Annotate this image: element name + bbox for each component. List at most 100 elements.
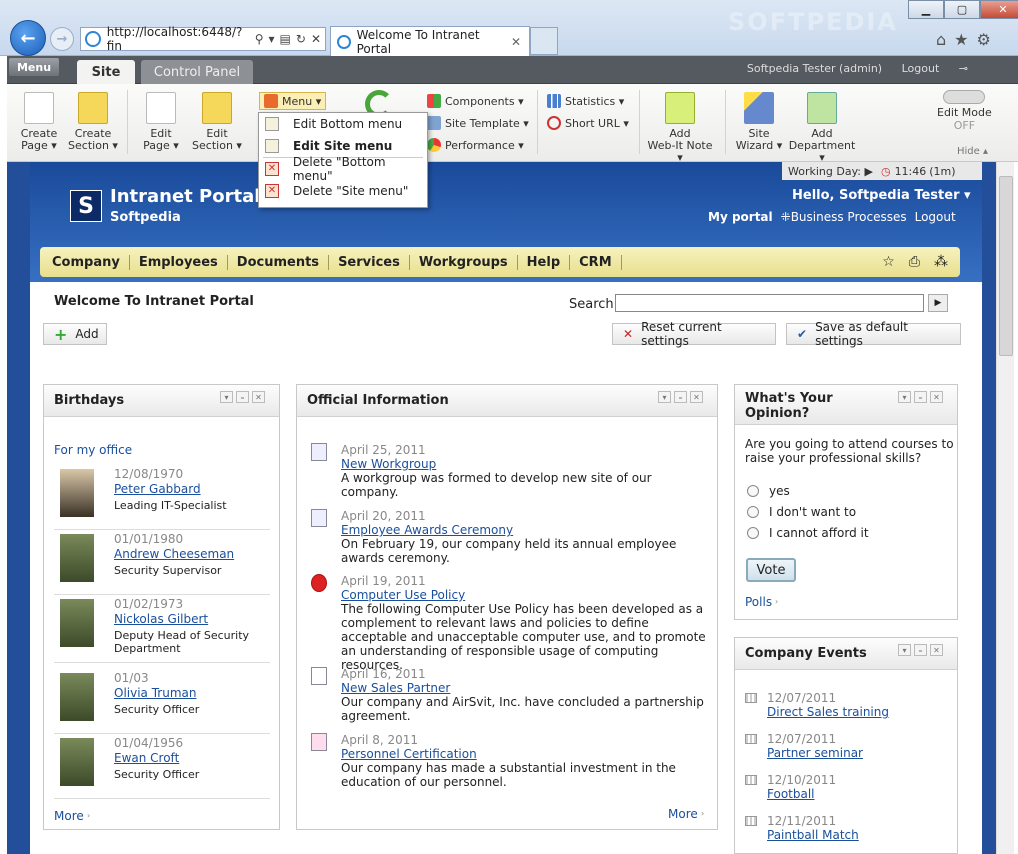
for-my-office-link[interactable]: For my office	[54, 443, 132, 457]
close-icon[interactable]: ✕	[252, 391, 265, 403]
close-window-button[interactable]: ✕	[980, 0, 1018, 19]
my-portal-link[interactable]: My portal	[708, 210, 773, 224]
poll-option[interactable]: yes	[747, 480, 869, 501]
admin-menu-button[interactable]: Menu	[9, 58, 59, 76]
home-icon[interactable]: ⌂	[936, 30, 946, 49]
event-link[interactable]: Direct Sales training	[767, 705, 889, 719]
add-widget-button[interactable]: + Add	[43, 323, 107, 345]
person-link[interactable]: Olivia Truman	[114, 686, 196, 700]
edit-section-button[interactable]: Edit Section ▾	[189, 92, 245, 152]
collapse-icon[interactable]: ▾	[898, 644, 911, 656]
browser-tab[interactable]: Welcome To Intranet Portal ✕	[330, 26, 530, 56]
add-department-button[interactable]: Add Department ▾	[787, 92, 857, 164]
menu-item-employees[interactable]: Employees	[130, 254, 228, 270]
birthdays-more-link[interactable]: More	[54, 809, 84, 823]
menu-button[interactable]: Menu ▾	[259, 92, 327, 110]
portal-logo[interactable]: S	[70, 190, 102, 222]
favorites-star-icon[interactable]: ★	[954, 30, 968, 49]
scrollbar-thumb[interactable]	[999, 176, 1013, 356]
site-template-button[interactable]: Site Template ▾	[427, 116, 529, 130]
add-web-it-note-button[interactable]: Add Web-It Note ▾	[645, 92, 715, 164]
close-icon[interactable]: ✕	[930, 391, 943, 403]
menu-item-crm[interactable]: CRM	[570, 254, 622, 270]
news-link[interactable]: Personnel Certification	[341, 747, 477, 761]
business-processes-link[interactable]: ⁜Business Processes	[781, 210, 907, 224]
event-link[interactable]: Partner seminar	[767, 746, 863, 760]
stop-icon[interactable]: ✕	[311, 32, 321, 46]
news-link[interactable]: New Workgroup	[341, 457, 436, 471]
delete-bottom-menu-item[interactable]: ✕ Delete "Bottom menu"	[259, 155, 427, 183]
collapse-icon[interactable]: ▾	[658, 391, 671, 403]
portal-logout-link[interactable]: Logout	[915, 210, 956, 224]
event-link[interactable]: Paintball Match	[767, 828, 859, 842]
poll-option[interactable]: I cannot afford it	[747, 522, 869, 543]
close-icon[interactable]: ✕	[930, 644, 943, 656]
collapse-icon[interactable]: ▾	[220, 391, 233, 403]
official-more-link[interactable]: More	[668, 807, 698, 821]
refresh-icon[interactable]: ↻	[296, 32, 306, 46]
search-go-button[interactable]: ▶	[928, 294, 948, 312]
statistics-button[interactable]: Statistics ▾	[547, 94, 624, 108]
edit-site-menu-item[interactable]: Edit Site menu	[259, 135, 427, 157]
search-icon[interactable]: ⚲	[255, 32, 264, 46]
news-link[interactable]: Computer Use Policy	[341, 588, 465, 602]
event-link[interactable]: Football	[767, 787, 815, 801]
tab-site[interactable]: Site	[77, 60, 135, 84]
admin-user-name[interactable]: Softpedia Tester (admin)	[747, 62, 882, 75]
menu-item-help[interactable]: Help	[518, 254, 571, 270]
close-icon[interactable]: ✕	[690, 391, 703, 403]
minimize-icon[interactable]: –	[914, 391, 927, 403]
chevron-down-icon[interactable]: ▾	[269, 32, 275, 46]
close-tab-icon[interactable]: ✕	[511, 35, 521, 49]
components-button[interactable]: Components ▾	[427, 94, 524, 108]
performance-button[interactable]: Performance ▾	[427, 138, 524, 152]
polls-link[interactable]: Polls	[745, 595, 772, 609]
radio-button[interactable]	[747, 505, 759, 518]
edit-bottom-menu-item[interactable]: Edit Bottom menu	[259, 113, 427, 135]
person-link[interactable]: Ewan Croft	[114, 751, 179, 765]
user-greeting[interactable]: Hello, Softpedia Tester ▾	[792, 188, 971, 203]
working-day-bar[interactable]: Working Day: ▶ ◷ 11:46 (1m)	[782, 162, 982, 180]
short-url-button[interactable]: Short URL ▾	[547, 116, 629, 130]
edit-page-button[interactable]: Edit Page ▾	[133, 92, 189, 152]
site-wizard-button[interactable]: Site Wizard ▾	[731, 92, 787, 152]
menu-item-workgroups[interactable]: Workgroups	[410, 254, 518, 270]
news-link[interactable]: Employee Awards Ceremony	[341, 523, 513, 537]
news-link[interactable]: New Sales Partner	[341, 681, 450, 695]
save-default-button[interactable]: ✔ Save as default settings	[786, 320, 961, 348]
person-link[interactable]: Nickolas Gilbert	[114, 612, 208, 626]
gear-icon[interactable]: ⚙	[977, 30, 991, 49]
back-button[interactable]: ←	[10, 20, 46, 56]
minimize-button[interactable]: ▁	[908, 0, 944, 19]
person-link[interactable]: Andrew Cheeseman	[114, 547, 234, 561]
new-tab-button[interactable]	[530, 27, 558, 55]
search-input[interactable]	[615, 294, 924, 312]
edit-mode-toggle[interactable]: Edit Mode OFF	[937, 90, 992, 132]
minimize-icon[interactable]: –	[236, 391, 249, 403]
minimize-icon[interactable]: –	[914, 644, 927, 656]
menu-item-documents[interactable]: Documents	[228, 254, 330, 270]
radio-button[interactable]	[747, 526, 759, 539]
admin-logout-link[interactable]: Logout	[902, 62, 940, 75]
create-section-button[interactable]: Create Section ▾	[65, 92, 121, 152]
pin-icon[interactable]: ⊸	[959, 62, 968, 75]
vote-button[interactable]: Vote	[746, 558, 796, 582]
tab-control-panel[interactable]: Control Panel	[141, 60, 253, 84]
vertical-scrollbar[interactable]	[996, 162, 1014, 854]
minimize-icon[interactable]: –	[674, 391, 687, 403]
reset-settings-button[interactable]: ✕ Reset current settings	[612, 320, 776, 348]
create-page-button[interactable]: Create Page ▾	[11, 92, 67, 152]
delete-site-menu-item[interactable]: ✕ Delete "Site menu"	[259, 180, 427, 202]
collapse-icon[interactable]: ▾	[898, 391, 911, 403]
poll-option[interactable]: I don't want to	[747, 501, 869, 522]
person-link[interactable]: Peter Gabbard	[114, 482, 201, 496]
address-bar[interactable]: http://localhost:6448/?fin ⚲ ▾ ▤ ↻ ✕	[80, 25, 326, 53]
print-icon[interactable]: ⎙	[909, 254, 920, 270]
radio-button[interactable]	[747, 484, 759, 497]
toggle-switch[interactable]	[943, 90, 986, 104]
menu-item-company[interactable]: Company	[52, 254, 130, 270]
maximize-button[interactable]: ▢	[944, 0, 980, 19]
favorites-star-icon[interactable]: ☆	[882, 254, 895, 270]
sitemap-icon[interactable]: ⁂	[934, 254, 948, 270]
menu-item-services[interactable]: Services	[329, 254, 410, 270]
